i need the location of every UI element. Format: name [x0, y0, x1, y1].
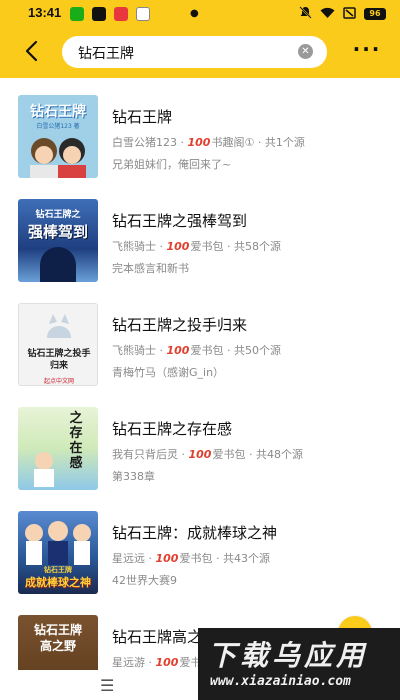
- cover-illustration: [25, 521, 91, 565]
- list-item[interactable]: 钻石王牌 成就棒球之神 钻石王牌：成就棒球之神 星远远 · 100 爱书包 · …: [0, 494, 400, 594]
- book-meta: 我有只背后灵 · 100 爱书包 · 共48个源: [112, 447, 303, 462]
- book-cover: 钻石王牌之 强棒驾到: [18, 199, 98, 282]
- book-author: 星远远: [112, 552, 145, 565]
- list-item[interactable]: 钻石王牌 白雪公猪123 著 钻石王牌 白雪公猪123 · 100 书趣阁① ·…: [0, 78, 400, 178]
- list-item[interactable]: 之存在感 钻石王牌之存在感 我有只背后灵 · 100 爱书包 · 共48个源 第…: [0, 390, 400, 490]
- source-badge-icon: 100: [155, 551, 179, 565]
- book-source: 爱书包: [190, 344, 224, 357]
- book-cover: 之存在感: [18, 407, 98, 490]
- more-notifications-icon: ●: [190, 8, 199, 19]
- book-source: 爱书包: [179, 552, 213, 565]
- book-source-count: 共1个源: [264, 136, 305, 149]
- list-item[interactable]: 钻石王牌之投手归来 起点中文网 钻石王牌之投手归来 飞熊骑士 · 100 爱书包…: [0, 286, 400, 386]
- cover-figure: [40, 247, 76, 282]
- search-input[interactable]: 钻石王牌 ✕: [62, 36, 327, 68]
- book-title: 钻石王牌之强棒驾到: [112, 212, 248, 230]
- chevron-left-icon: [25, 40, 38, 62]
- menu-icon[interactable]: ☰: [100, 676, 114, 695]
- cover-title: 钻石王牌: [30, 104, 86, 120]
- cat-illustration: [47, 314, 71, 338]
- book-source-count: 共58个源: [233, 240, 281, 253]
- status-bar: 13:41 ● 96: [0, 0, 400, 28]
- book-description: 青梅竹马（感谢G_in）: [112, 366, 225, 379]
- book-source: 书趣阁①: [211, 136, 255, 149]
- book-title: 钻石王牌之投手归来: [112, 316, 248, 334]
- watermark-url: www.xiazainiao.com: [210, 674, 351, 689]
- search-query: 钻石王牌: [78, 46, 134, 62]
- book-author: 星远游: [112, 656, 145, 669]
- cover-subtitle: 高之野: [39, 639, 76, 653]
- source-badge-icon: 100: [166, 239, 190, 253]
- wifi-icon: [320, 7, 335, 22]
- app-header: 13:41 ● 96 钻石王牌 ✕ ···: [0, 0, 400, 78]
- cover-illustration: [30, 138, 86, 178]
- book-description: 第338章: [112, 470, 155, 483]
- book-author: 我有只背后灵: [112, 448, 178, 461]
- cover-title: 之存在感: [69, 411, 83, 471]
- book-source-count: 共50个源: [233, 344, 281, 357]
- watermark-title: 下载乌应用: [208, 639, 369, 672]
- book-source: 爱书包: [212, 448, 246, 461]
- app-notification-icon: [70, 7, 84, 21]
- book-description: 42世界大赛9: [112, 574, 177, 587]
- book-cover: 钻石王牌之投手归来 起点中文网: [18, 303, 98, 386]
- video-notification-icon: [114, 7, 128, 21]
- book-title: 钻石王牌: [112, 108, 173, 126]
- book-source-count: 共48个源: [255, 448, 303, 461]
- book-meta: 星远远 · 100 爱书包 · 共43个源: [112, 551, 270, 566]
- back-button[interactable]: [20, 38, 46, 64]
- book-cover: 钻石王牌 成就棒球之神: [18, 511, 98, 594]
- watermark: 下载乌应用 www.xiazainiao.com: [198, 628, 400, 700]
- book-description: 完本感言和新书: [112, 262, 189, 275]
- source-badge-icon: 100: [155, 655, 179, 669]
- book-author: 飞熊骑士: [112, 344, 156, 357]
- source-badge-icon: 100: [166, 343, 190, 357]
- sim-off-icon: [343, 6, 356, 22]
- cover-title: 成就棒球之神: [25, 576, 91, 589]
- cover-title: 强棒驾到: [27, 223, 88, 241]
- cover-publisher: 起点中文网: [43, 378, 74, 385]
- tiktok-notification-icon: [92, 7, 106, 21]
- cover-illustration: [34, 452, 54, 487]
- book-meta: 飞熊骑士 · 100 爱书包 · 共58个源: [112, 239, 281, 254]
- book-source: 爱书包: [190, 240, 224, 253]
- cover-title: 钻石王牌: [33, 623, 82, 637]
- mute-icon: [299, 6, 312, 22]
- more-options-button[interactable]: ···: [350, 39, 384, 64]
- book-title: 钻石王牌：成就棒球之神: [112, 524, 278, 542]
- cover-subtitle: 钻石王牌之: [35, 210, 81, 220]
- book-description: 兄弟姐妹们，俺回来了~: [112, 158, 232, 171]
- status-time: 13:41: [28, 5, 62, 20]
- list-item[interactable]: 钻石王牌之 强棒驾到 钻石王牌之强棒驾到 飞熊骑士 · 100 爱书包 · 共5…: [0, 182, 400, 282]
- source-badge-icon: 100: [187, 135, 211, 149]
- source-badge-icon: 100: [188, 447, 212, 461]
- book-author: 白雪公猪123: [112, 136, 177, 149]
- book-title: 钻石王牌之存在感: [112, 420, 233, 438]
- system-icons: 96: [299, 6, 386, 22]
- clear-search-icon[interactable]: ✕: [298, 44, 313, 59]
- book-cover: 钻石王牌 白雪公猪123 著: [18, 95, 98, 178]
- cloud-notification-icon: [136, 7, 150, 21]
- book-meta: 飞熊骑士 · 100 爱书包 · 共50个源: [112, 343, 281, 358]
- book-author: 飞熊骑士: [112, 240, 156, 253]
- battery-icon: 96: [364, 8, 386, 20]
- book-meta: 白雪公猪123 · 100 书趣阁① · 共1个源: [112, 135, 305, 150]
- cover-title: 钻石王牌之投手归来: [27, 349, 91, 371]
- book-source-count: 共43个源: [222, 552, 270, 565]
